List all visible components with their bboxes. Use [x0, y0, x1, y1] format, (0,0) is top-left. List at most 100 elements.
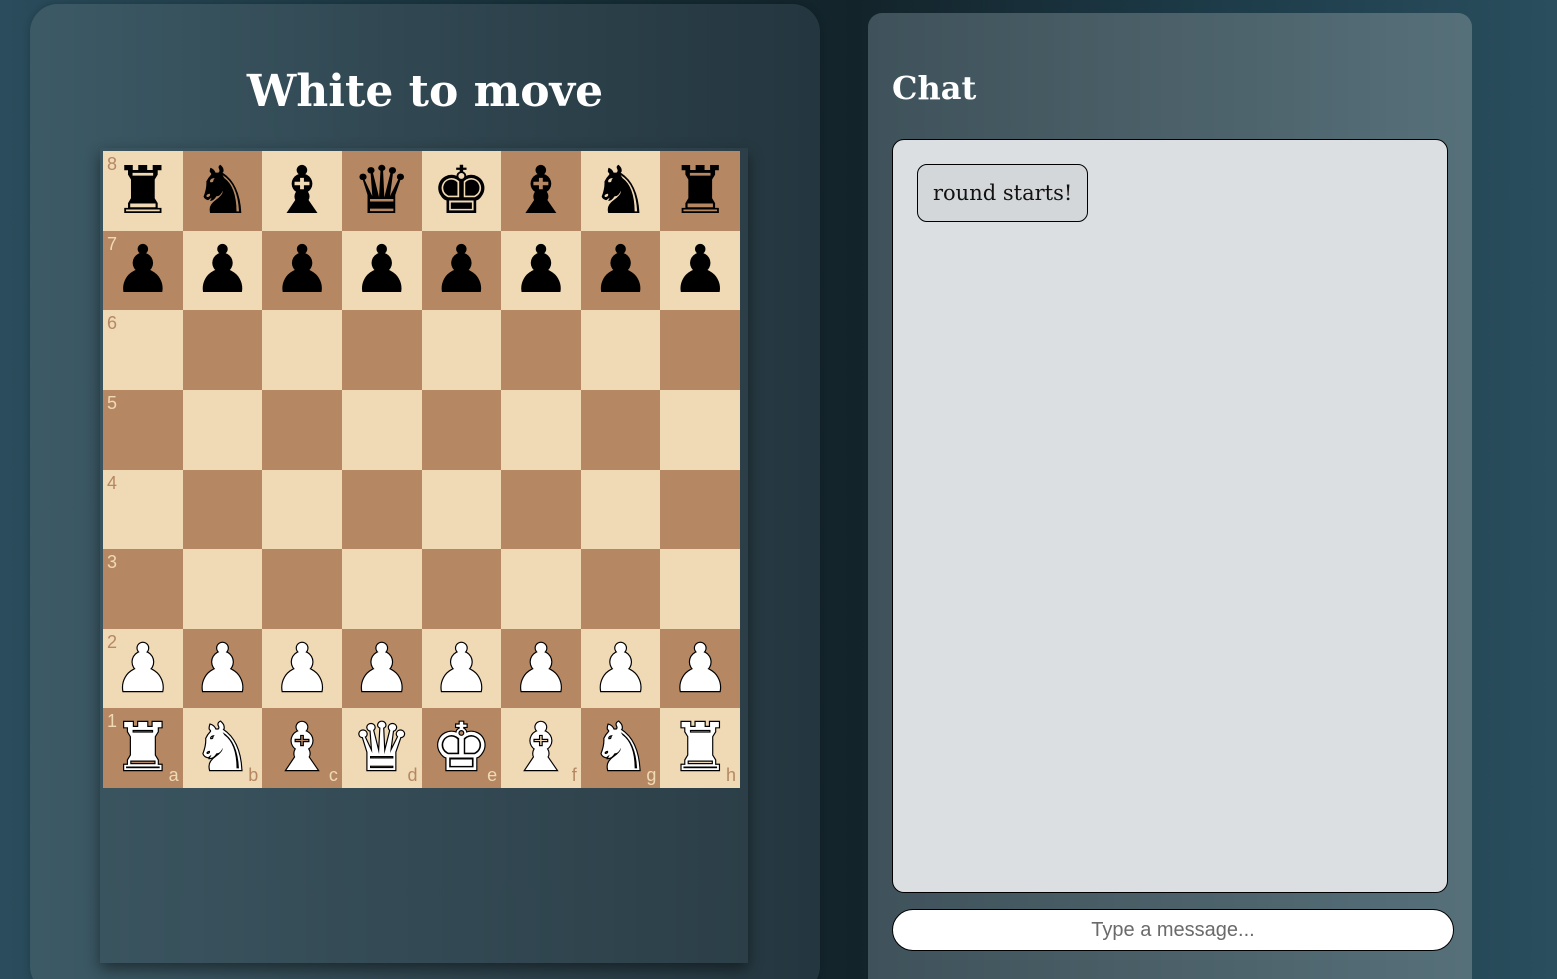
rank-label: 1 [107, 711, 118, 732]
square-d7[interactable]: ♟ [341, 230, 422, 311]
square-b1[interactable]: ♞ b [182, 708, 263, 788]
square-f2[interactable]: ♟ [501, 628, 581, 709]
square-a1[interactable]: ♜ 1 a [103, 708, 183, 788]
black-bishop-icon[interactable]: ♝ [262, 151, 342, 231]
black-pawn-icon[interactable]: ♟ [660, 231, 740, 311]
square-f8[interactable]: ♝ [501, 151, 581, 231]
square-a2[interactable]: ♟ 2 [103, 628, 183, 709]
black-pawn-icon[interactable]: ♟ [262, 231, 342, 311]
square-c3[interactable] [262, 549, 342, 629]
square-h7[interactable]: ♟ [660, 230, 740, 311]
square-h4[interactable] [660, 469, 740, 550]
square-e4[interactable] [421, 469, 502, 550]
square-a4[interactable]: 4 [103, 469, 183, 550]
square-f4[interactable] [501, 469, 581, 550]
chat-message-input[interactable] [892, 909, 1454, 951]
white-pawn-icon[interactable]: ♟ [422, 629, 502, 709]
square-b8[interactable]: ♞ [182, 151, 263, 231]
square-g8[interactable]: ♞ [580, 151, 661, 231]
square-g3[interactable] [580, 549, 661, 629]
rank-label: 7 [107, 233, 118, 254]
black-pawn-icon[interactable]: ♟ [501, 231, 581, 311]
square-b4[interactable] [182, 469, 263, 550]
file-label: a [168, 765, 179, 785]
square-f6[interactable] [501, 310, 581, 390]
game-panel: White to move ♜ 8 ♞ ♝ ♛ ♚ ♝ ♞ ♜ ♟ 7 ♟ ♟ ♟ ♟ ♟ ♟ ♟ 6 5 4 3 ♟ 2 ♟ ♟… [30, 4, 820, 979]
square-e2[interactable]: ♟ [421, 628, 502, 709]
square-h1[interactable]: ♜ h [660, 708, 740, 788]
board-container: ♜ 8 ♞ ♝ ♛ ♚ ♝ ♞ ♜ ♟ 7 ♟ ♟ ♟ ♟ ♟ ♟ ♟ 6 5 4 3 ♟ 2 ♟ ♟ ♟ ♟ ♟ ♟ ♟ ♜ 1 a ♞ b ♝ c ♛ d… [100, 148, 748, 963]
white-pawn-icon[interactable]: ♟ [501, 629, 581, 709]
square-b6[interactable] [182, 310, 263, 390]
square-b5[interactable] [182, 389, 263, 470]
square-c6[interactable] [262, 310, 342, 390]
chat-message: round starts! [917, 164, 1089, 222]
square-h8[interactable]: ♜ [660, 151, 740, 231]
square-c5[interactable] [262, 389, 342, 470]
rank-label: 3 [107, 552, 118, 573]
square-h3[interactable] [660, 549, 740, 629]
square-b2[interactable]: ♟ [182, 628, 263, 709]
square-c1[interactable]: ♝ c [262, 708, 342, 788]
square-a6[interactable]: 6 [103, 310, 183, 390]
square-c8[interactable]: ♝ [262, 151, 342, 231]
white-pawn-icon[interactable]: ♟ [262, 629, 342, 709]
square-f1[interactable]: ♝ f [501, 708, 581, 788]
square-a3[interactable]: 3 [103, 549, 183, 629]
square-d1[interactable]: ♛ d [341, 708, 422, 788]
square-g5[interactable] [580, 389, 661, 470]
square-c4[interactable] [262, 469, 342, 550]
black-rook-icon[interactable]: ♜ [660, 151, 740, 231]
square-h5[interactable] [660, 389, 740, 470]
rank-label: 6 [107, 313, 118, 334]
white-pawn-icon[interactable]: ♟ [660, 629, 740, 709]
square-f5[interactable] [501, 389, 581, 470]
square-c2[interactable]: ♟ [262, 628, 342, 709]
white-bishop-icon[interactable]: ♝ [501, 708, 581, 788]
square-d4[interactable] [341, 469, 422, 550]
square-b3[interactable] [182, 549, 263, 629]
square-f7[interactable]: ♟ [501, 230, 581, 311]
black-pawn-icon[interactable]: ♟ [581, 231, 661, 311]
square-g7[interactable]: ♟ [580, 230, 661, 311]
chat-log: round starts! [892, 139, 1448, 893]
square-d2[interactable]: ♟ [341, 628, 422, 709]
square-d5[interactable] [341, 389, 422, 470]
square-e8[interactable]: ♚ [421, 151, 502, 231]
square-a5[interactable]: 5 [103, 389, 183, 470]
square-d3[interactable] [341, 549, 422, 629]
square-e3[interactable] [421, 549, 502, 629]
rank-label: 5 [107, 392, 118, 413]
rank-label: 4 [107, 472, 118, 493]
square-c7[interactable]: ♟ [262, 230, 342, 311]
square-e6[interactable] [421, 310, 502, 390]
square-h2[interactable]: ♟ [660, 628, 740, 709]
square-g6[interactable] [580, 310, 661, 390]
black-queen-icon[interactable]: ♛ [342, 151, 422, 231]
black-pawn-icon[interactable]: ♟ [422, 231, 502, 311]
square-d8[interactable]: ♛ [341, 151, 422, 231]
square-e1[interactable]: ♚ e [421, 708, 502, 788]
square-d6[interactable] [341, 310, 422, 390]
chess-board: ♜ 8 ♞ ♝ ♛ ♚ ♝ ♞ ♜ ♟ 7 ♟ ♟ ♟ ♟ ♟ ♟ ♟ 6 5 4 3 ♟ 2 ♟ ♟ ♟ ♟ ♟ ♟ ♟ ♜ 1 a ♞ b ♝ c ♛ d… [103, 151, 740, 788]
white-pawn-icon[interactable]: ♟ [342, 629, 422, 709]
square-g2[interactable]: ♟ [580, 628, 661, 709]
black-pawn-icon[interactable]: ♟ [183, 231, 263, 311]
white-pawn-icon[interactable]: ♟ [581, 629, 661, 709]
square-g4[interactable] [580, 469, 661, 550]
file-label: b [248, 765, 259, 785]
black-bishop-icon[interactable]: ♝ [501, 151, 581, 231]
white-pawn-icon[interactable]: ♟ [183, 629, 263, 709]
square-b7[interactable]: ♟ [182, 230, 263, 311]
square-e5[interactable] [421, 389, 502, 470]
square-a7[interactable]: ♟ 7 [103, 230, 183, 311]
black-pawn-icon[interactable]: ♟ [342, 231, 422, 311]
square-g1[interactable]: ♞ g [580, 708, 661, 788]
square-f3[interactable] [501, 549, 581, 629]
square-a8[interactable]: ♜ 8 [103, 151, 183, 231]
square-h6[interactable] [660, 310, 740, 390]
black-knight-icon[interactable]: ♞ [581, 151, 661, 231]
square-e7[interactable]: ♟ [421, 230, 502, 311]
black-king-icon[interactable]: ♚ [422, 151, 502, 231]
black-knight-icon[interactable]: ♞ [183, 151, 263, 231]
